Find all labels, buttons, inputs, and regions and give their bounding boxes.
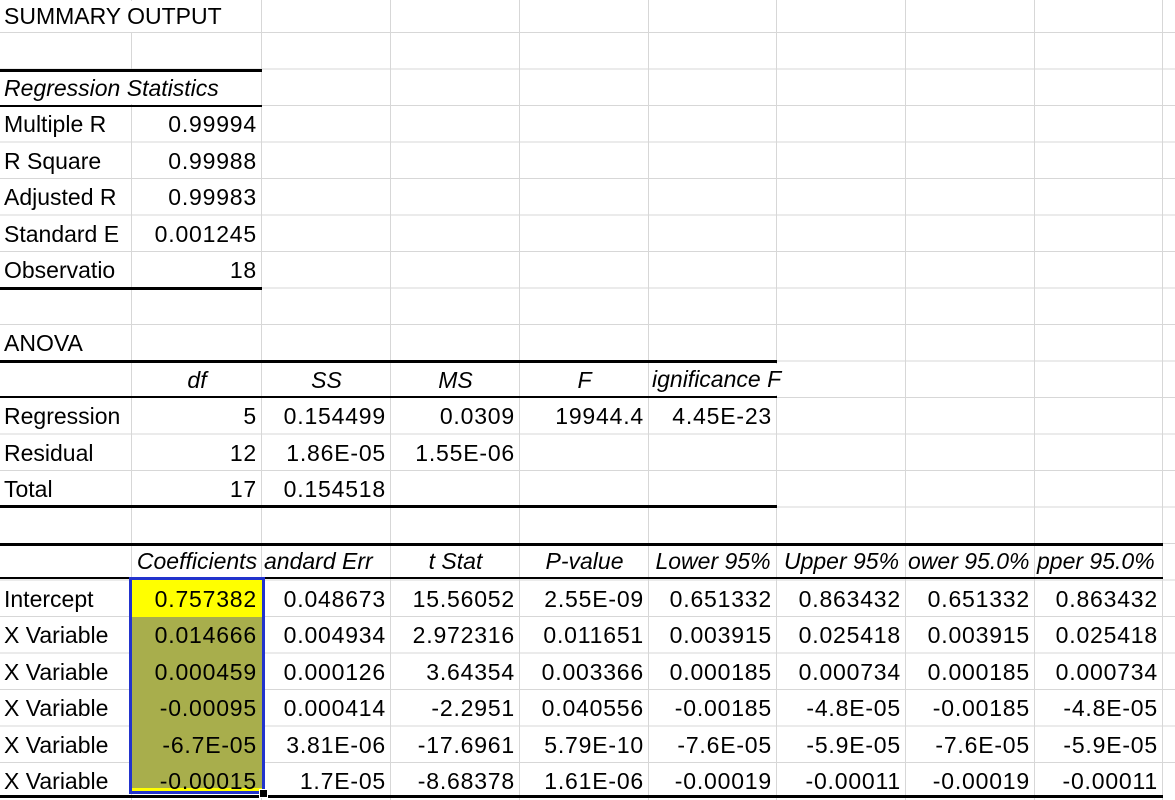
coef-cell-pvalue[interactable]: 1.61E-06	[520, 763, 649, 799]
coef-cell-tstat[interactable]: 15.56052	[391, 581, 520, 617]
coef-cell-tstat[interactable]: 3.64354	[391, 654, 520, 690]
border-anova-bottom	[0, 505, 777, 508]
coef-cell-lower95[interactable]: 0.000185	[649, 654, 777, 690]
coef-cell-tstat[interactable]: -2.2951	[391, 690, 520, 726]
coef-cell-upper95[interactable]: 0.000734	[777, 654, 906, 690]
coef-cell-lower95[interactable]: 0.651332	[649, 581, 777, 617]
summary-output-title[interactable]: SUMMARY OUTPUT	[0, 1, 260, 32]
coef-cell-lower950[interactable]: -7.6E-05	[906, 727, 1035, 763]
coef-cell-stderr[interactable]: 0.000126	[262, 654, 391, 690]
regression-statistics-header[interactable]: Regression Statistics	[0, 72, 260, 104]
coef-cell-upper95[interactable]: -5.9E-05	[777, 727, 906, 763]
anova-cell-sig-f[interactable]: 4.45E-23	[649, 398, 777, 434]
coef-row-label[interactable]: Intercept	[0, 581, 132, 617]
coef-cell-lower95[interactable]: -7.6E-05	[649, 727, 777, 763]
coef-cell-tstat[interactable]: 2.972316	[391, 617, 520, 653]
stat-label[interactable]: Multiple R	[0, 106, 132, 142]
coef-cell-upper950[interactable]: -5.9E-05	[1035, 727, 1163, 763]
coef-cell-stderr[interactable]: 1.7E-05	[262, 763, 391, 799]
anova-cell-ms[interactable]: 0.0309	[391, 398, 520, 434]
coef-row-label[interactable]: X Variable	[0, 617, 132, 653]
coef-header-p-value[interactable]: P-value	[520, 546, 649, 577]
border-anova-header-bottom	[0, 396, 777, 398]
coef-header-lower-95-0[interactable]: ower 95.0%	[906, 546, 1035, 577]
anova-header-df[interactable]: df	[132, 362, 262, 398]
coef-cell-tstat[interactable]: -17.6961	[391, 727, 520, 763]
anova-cell-ss[interactable]: 1.86E-05	[262, 435, 391, 471]
stat-value[interactable]: 0.99994	[132, 106, 262, 142]
anova-row-label[interactable]: Regression	[0, 398, 132, 434]
anova-header-f[interactable]: F	[520, 362, 649, 398]
anova-cell-df[interactable]: 12	[132, 435, 262, 471]
selection-border	[129, 577, 265, 794]
coef-header-coefficients[interactable]: Coefficients	[132, 546, 262, 577]
stat-label[interactable]: Observatio	[0, 252, 132, 288]
stat-label[interactable]: Standard E	[0, 216, 132, 252]
anova-cell-ss[interactable]: 0.154499	[262, 398, 391, 434]
stat-value[interactable]: 0.99983	[132, 179, 262, 215]
anova-header-ms[interactable]: MS	[391, 362, 520, 398]
selection-fill-handle[interactable]	[259, 789, 268, 798]
coef-row-label[interactable]: X Variable	[0, 654, 132, 690]
anova-cell-ms[interactable]: 1.55E-06	[391, 435, 520, 471]
coef-cell-upper950[interactable]: -4.8E-05	[1035, 690, 1163, 726]
coef-cell-upper95[interactable]: -4.8E-05	[777, 690, 906, 726]
anova-cell-ss[interactable]: 0.154518	[262, 471, 391, 507]
anova-cell-df[interactable]: 5	[132, 398, 262, 434]
coef-cell-lower950[interactable]: -0.00185	[906, 690, 1035, 726]
coef-header-lower-95[interactable]: Lower 95%	[649, 546, 777, 577]
stat-label[interactable]: R Square	[0, 143, 132, 179]
coef-cell-pvalue[interactable]: 0.003366	[520, 654, 649, 690]
anova-title[interactable]: ANOVA	[0, 325, 132, 361]
coef-cell-lower95[interactable]: -0.00185	[649, 690, 777, 726]
coef-cell-pvalue[interactable]: 2.55E-09	[520, 581, 649, 617]
coef-cell-upper95[interactable]: -0.00011	[777, 763, 906, 799]
anova-row-label[interactable]: Residual	[0, 435, 132, 471]
border-stats-header-bottom	[0, 105, 262, 107]
coef-row-label[interactable]: X Variable	[0, 727, 132, 763]
coef-cell-upper95[interactable]: 0.025418	[777, 617, 906, 653]
anova-cell-df[interactable]: 17	[132, 471, 262, 507]
stat-label[interactable]: Adjusted R	[0, 179, 132, 215]
coef-cell-upper95[interactable]: 0.863432	[777, 581, 906, 617]
coef-cell-lower950[interactable]: -0.00019	[906, 763, 1035, 799]
coef-cell-stderr[interactable]: 0.004934	[262, 617, 391, 653]
coef-cell-upper950[interactable]: 0.025418	[1035, 617, 1163, 653]
anova-header-significance-f[interactable]: ignificance F	[650, 364, 904, 395]
coef-cell-tstat[interactable]: -8.68378	[391, 763, 520, 799]
stat-value[interactable]: 0.99988	[132, 143, 262, 179]
coef-header-upper-95[interactable]: Upper 95%	[777, 546, 906, 577]
coef-header-upper-95-0[interactable]: pper 95.0%	[1035, 546, 1163, 577]
coef-row-label[interactable]: X Variable	[0, 763, 132, 799]
coef-cell-upper950[interactable]: 0.000734	[1035, 654, 1163, 690]
coef-cell-pvalue[interactable]: 0.040556	[520, 690, 649, 726]
coef-cell-pvalue[interactable]: 0.011651	[520, 617, 649, 653]
border-stats-bottom	[0, 287, 262, 290]
border-stats-top	[0, 69, 262, 72]
anova-cell-f[interactable]: 19944.4	[520, 398, 649, 434]
stat-value[interactable]: 0.001245	[132, 216, 262, 252]
coef-cell-lower950[interactable]: 0.651332	[906, 581, 1035, 617]
coef-cell-lower950[interactable]: 0.000185	[906, 654, 1035, 690]
border-coef-bottom	[0, 795, 1163, 798]
coef-header-standard-error[interactable]: andard Err	[262, 546, 391, 577]
coef-cell-lower950[interactable]: 0.003915	[906, 617, 1035, 653]
border-anova-top	[0, 360, 777, 363]
anova-header-ss[interactable]: SS	[262, 362, 391, 398]
spreadsheet: SUMMARY OUTPUT Regression Statistics Mul…	[0, 0, 1175, 800]
border-coef-top	[0, 543, 1163, 546]
anova-row-label[interactable]: Total	[0, 471, 132, 507]
coef-cell-pvalue[interactable]: 5.79E-10	[520, 727, 649, 763]
stat-value[interactable]: 18	[132, 252, 262, 288]
coef-cell-upper950[interactable]: 0.863432	[1035, 581, 1163, 617]
coef-cell-lower95[interactable]: 0.003915	[649, 617, 777, 653]
coef-cell-upper950[interactable]: -0.00011	[1035, 763, 1163, 799]
coef-cell-lower95[interactable]: -0.00019	[649, 763, 777, 799]
coef-row-label[interactable]: X Variable	[0, 690, 132, 726]
coef-header-t-stat[interactable]: t Stat	[391, 546, 520, 577]
coef-cell-stderr[interactable]: 0.000414	[262, 690, 391, 726]
coef-cell-stderr[interactable]: 3.81E-06	[262, 727, 391, 763]
coef-cell-stderr[interactable]: 0.048673	[262, 581, 391, 617]
